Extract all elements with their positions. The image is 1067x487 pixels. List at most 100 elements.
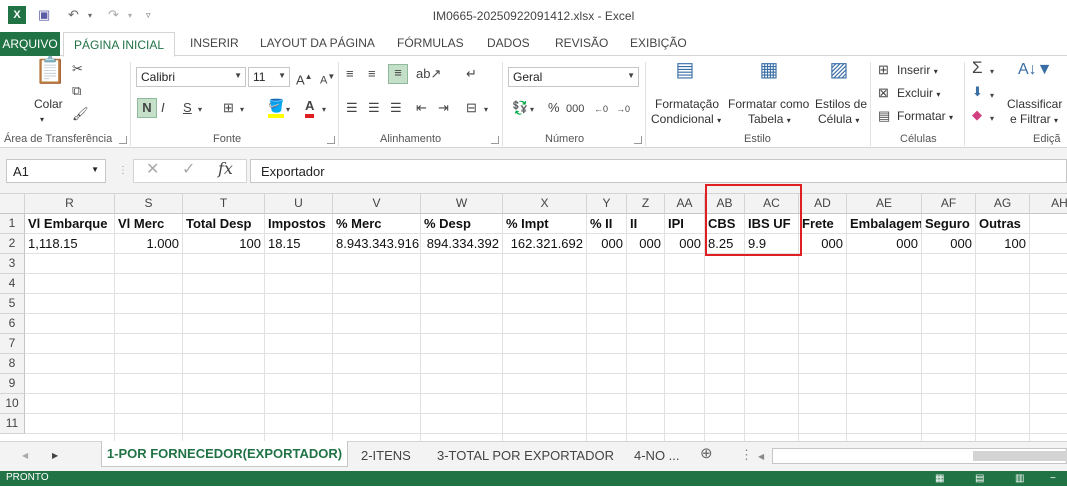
cell-styles-button[interactable]: Célula ▾	[818, 112, 859, 128]
cell-y1[interactable]: % II	[587, 214, 627, 234]
conditional-formatting-label-1[interactable]: Formatação	[655, 97, 719, 112]
name-box[interactable]: A1 ▼	[6, 159, 106, 183]
clear-dropdown-icon[interactable]: ▾	[990, 111, 994, 127]
row-header-11[interactable]: 11	[0, 414, 25, 434]
paste-dropdown-icon[interactable]: ▾	[40, 112, 44, 127]
format-as-table-button[interactable]: Tabela ▾	[748, 112, 791, 128]
cell-ag2[interactable]: 100	[976, 234, 1030, 254]
cell-styles-label-1[interactable]: Estilos de	[815, 97, 867, 112]
align-bottom-icon[interactable]: ≡	[388, 64, 408, 84]
paste-button[interactable]: Colar	[34, 97, 63, 112]
orientation-icon[interactable]: ab↗	[416, 66, 441, 82]
tab-file[interactable]: ARQUIVO	[0, 32, 60, 56]
column-header-r[interactable]: R	[25, 194, 115, 214]
cell-styles-icon[interactable]: ▨	[826, 60, 852, 92]
cell-t2[interactable]: 100	[183, 234, 265, 254]
scroll-right-icon[interactable]: ▶	[52, 448, 58, 464]
page-layout-view-icon[interactable]: ▤	[975, 471, 984, 487]
cell-s1[interactable]: Vl Merc	[115, 214, 183, 234]
align-middle-icon[interactable]: ≡	[368, 66, 376, 82]
font-size-combo[interactable]: 11 ▼	[248, 67, 290, 87]
decrease-indent-icon[interactable]: ⇤	[416, 100, 427, 116]
align-right-icon[interactable]: ☰	[390, 100, 402, 116]
column-header-v[interactable]: V	[333, 194, 421, 214]
autosum-dropdown-icon[interactable]: ▾	[990, 64, 994, 80]
autosum-icon[interactable]: Σ	[972, 59, 983, 76]
cell-v2[interactable]: 8.943.343.916	[333, 234, 421, 254]
select-all-corner[interactable]	[0, 194, 25, 214]
cell-ae2[interactable]: 000	[847, 234, 922, 254]
cell-y2[interactable]: 000	[587, 234, 627, 254]
cancel-icon[interactable]: ✕	[146, 162, 159, 178]
delete-cells-icon[interactable]: ⊠	[878, 85, 889, 101]
cell-s2[interactable]: 1.000	[115, 234, 183, 254]
copy-icon[interactable]: ⧉	[72, 83, 81, 99]
scroll-left-icon[interactable]: ◀	[22, 448, 28, 464]
align-top-icon[interactable]: ≡	[346, 66, 354, 82]
borders-dropdown-icon[interactable]: ▾	[240, 102, 244, 118]
tab-split-handle-icon[interactable]: ⋮	[740, 447, 753, 463]
row-header-6[interactable]: 6	[0, 314, 25, 334]
decrease-decimal-icon[interactable]: →0	[616, 101, 630, 117]
more-options-icon[interactable]: ⋮	[118, 163, 128, 179]
horizontal-scrollbar[interactable]	[772, 448, 1067, 464]
clear-icon[interactable]: ◆	[972, 107, 982, 123]
cell-u2[interactable]: 18.15	[265, 234, 333, 254]
normal-view-icon[interactable]: ▦	[935, 471, 944, 487]
cell-r1[interactable]: Vl Embarque	[25, 214, 115, 234]
cell-ae1[interactable]: Embalagem	[847, 214, 922, 234]
column-header-ag[interactable]: AG	[976, 194, 1030, 214]
column-header-ae[interactable]: AE	[847, 194, 922, 214]
column-header-s[interactable]: S	[115, 194, 183, 214]
tab-formulas[interactable]: FÓRMULAS	[397, 36, 464, 50]
italic-button[interactable]: I	[161, 100, 165, 116]
paste-icon[interactable]: 📋	[34, 57, 66, 96]
sheet-tab-1[interactable]: 1-POR FORNECEDOR(EXPORTADOR)	[101, 441, 348, 467]
font-launcher-icon[interactable]	[327, 136, 335, 144]
column-header-t[interactable]: T	[183, 194, 265, 214]
cell-z2[interactable]: 000	[627, 234, 665, 254]
cell-aa2[interactable]: 000	[665, 234, 705, 254]
sheet-tab-3[interactable]: 3-TOTAL POR EXPORTADOR	[437, 447, 614, 467]
fill-dropdown-icon[interactable]: ▾	[990, 88, 994, 104]
hscroll-left-icon[interactable]: ◀	[758, 449, 764, 465]
column-header-z[interactable]: Z	[627, 194, 665, 214]
number-launcher-icon[interactable]	[634, 136, 642, 144]
sort-filter-button[interactable]: e Filtrar ▾	[1010, 112, 1058, 128]
enter-icon[interactable]: ✓	[182, 162, 195, 178]
sheet-tab-4[interactable]: 4-NO ...	[634, 447, 680, 467]
font-name-combo[interactable]: Calibri ▼	[136, 67, 246, 87]
cell-w1[interactable]: % Desp	[421, 214, 503, 234]
clipboard-launcher-icon[interactable]	[119, 136, 127, 144]
align-center-icon[interactable]: ☰	[368, 100, 380, 116]
page-break-view-icon[interactable]: ▥	[1015, 471, 1024, 487]
cell-ag1[interactable]: Outras	[976, 214, 1030, 234]
increase-decimal-icon[interactable]: ←0	[594, 101, 608, 117]
cell-aa1[interactable]: IPI	[665, 214, 705, 234]
formula-input[interactable]: Exportador	[250, 159, 1067, 183]
number-format-combo[interactable]: Geral ▼	[508, 67, 639, 87]
cell-t1[interactable]: Total Desp	[183, 214, 265, 234]
cell-ad2[interactable]: 000	[799, 234, 847, 254]
increase-indent-icon[interactable]: ⇥	[438, 100, 449, 116]
format-painter-icon[interactable]: 🖌	[72, 106, 89, 122]
cell-w2[interactable]: 894.334.392	[421, 234, 503, 254]
tab-insert[interactable]: INSERIR	[190, 36, 239, 50]
cell-af2[interactable]: 000	[922, 234, 976, 254]
conditional-formatting-button[interactable]: Condicional ▾	[651, 112, 721, 128]
cut-icon[interactable]: ✂	[72, 61, 83, 77]
cell-v1[interactable]: % Merc	[333, 214, 421, 234]
merge-dropdown-icon[interactable]: ▾	[484, 102, 488, 118]
font-color-dropdown-icon[interactable]: ▾	[322, 102, 326, 118]
font-color-icon[interactable]: A	[305, 98, 315, 118]
fill-color-icon[interactable]: 🪣	[268, 98, 285, 118]
shrink-font-icon[interactable]: A▼	[320, 69, 335, 89]
row-header-9[interactable]: 9	[0, 374, 25, 394]
row-header-2[interactable]: 2	[0, 234, 25, 254]
column-header-w[interactable]: W	[421, 194, 503, 214]
underline-button[interactable]: S	[183, 100, 192, 116]
sheet-tab-2[interactable]: 2-ITENS	[361, 447, 411, 467]
fill-icon[interactable]: ⬇	[972, 84, 983, 100]
column-header-ah[interactable]: AH	[1030, 194, 1067, 214]
column-header-y[interactable]: Y	[587, 194, 627, 214]
